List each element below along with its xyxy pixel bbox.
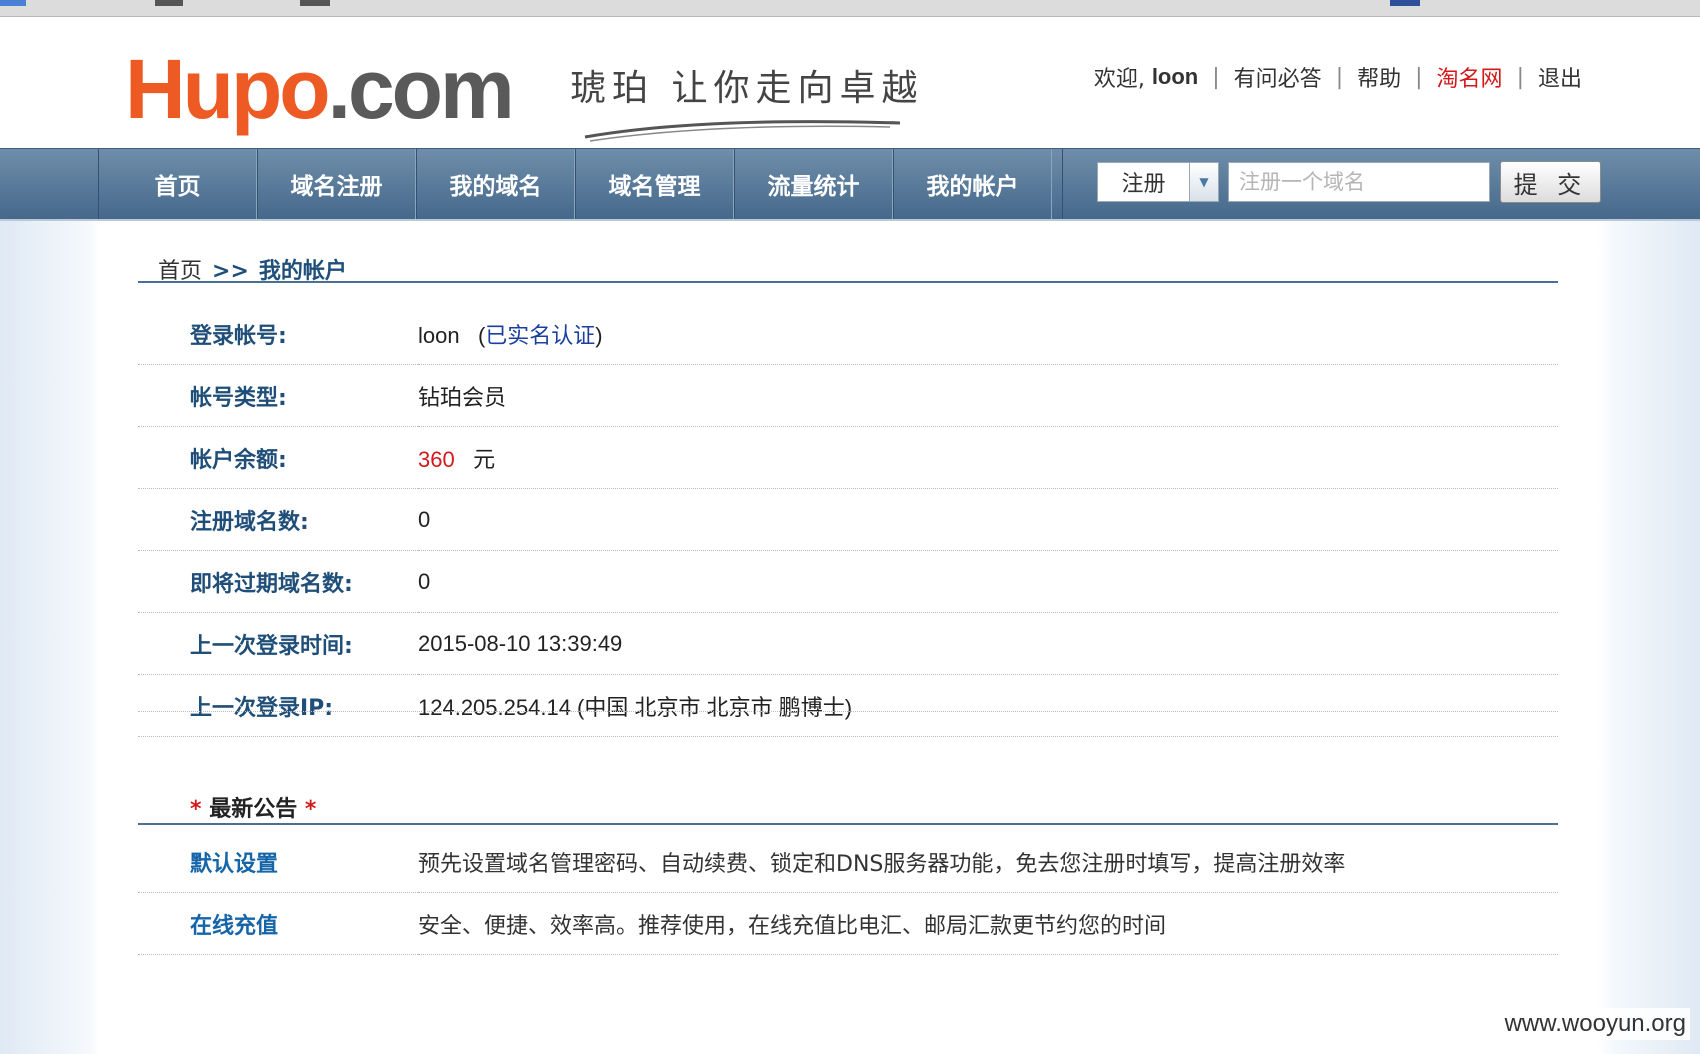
link-taoming[interactable]: 淘名网 [1437, 61, 1503, 93]
table-row: 上一次登录时间: 2015-08-10 13:39:49 [138, 612, 1558, 675]
chevron-down-icon[interactable]: ▼ [1189, 163, 1218, 201]
account-type-label: 帐号类型: [138, 364, 418, 427]
last-login-time-value: 2015-08-10 13:39:49 [418, 612, 1558, 675]
account-panel: 首页 >> 我的帐户 登录帐号: loon (已实名认证) 帐号类型: 钻珀会员 帐… [98, 221, 1598, 1054]
account-info-table: 登录帐号: loon (已实名认证) 帐号类型: 钻珀会员 帐户余额: 360 … [138, 303, 1558, 737]
link-separator: | [1212, 64, 1220, 90]
login-account-value: loon [418, 322, 460, 348]
action-select-value: 注册 [1121, 172, 1166, 197]
announcement-heading: * 最新公告 * [190, 791, 316, 823]
logo-text-com: .com [327, 42, 515, 136]
site-slogan: 琥珀 让你走向卓越 [570, 68, 924, 109]
services-table: 默认设置 预先设置域名管理密码、自动续费、锁定和DNS服务器功能，免去您注册时填… [138, 831, 1558, 955]
bookmark-icon[interactable] [1390, 0, 1420, 6]
verified-link[interactable]: 已实名认证 [485, 324, 595, 349]
link-logout[interactable]: 退出 [1538, 61, 1582, 93]
expiring-domains-label: 即将过期域名数: [138, 550, 418, 613]
table-row: 登录帐号: loon (已实名认证) [138, 303, 1558, 365]
action-select[interactable]: 注册 ▼ [1097, 162, 1219, 202]
link-help[interactable]: 帮助 [1357, 61, 1401, 93]
slogan-swoosh-icon [584, 120, 901, 142]
logo-text-hu: Hu [125, 42, 234, 136]
table-row: 注册域名数: 0 [138, 488, 1558, 551]
table-row: 默认设置 预先设置域名管理密码、自动续费、锁定和DNS服务器功能，免去您注册时填… [138, 831, 1558, 893]
table-row: 上一次登录IP: 124.205.254.14 (中国 北京市 北京市 鹏博士) [138, 674, 1558, 737]
balance-unit: 元 [473, 447, 496, 473]
balance-label: 帐户余额: [138, 426, 418, 489]
main-nav: 首页 域名注册 我的域名 域名管理 流量统计 我的帐户 注册 ▼ 提 交 [0, 148, 1700, 222]
service-online-recharge-desc: 安全、便捷、效率高。推荐使用，在线充值比电汇、邮局汇款更节约您的时间 [418, 892, 1558, 955]
nav-item-traffic-stats[interactable]: 流量统计 [734, 149, 893, 219]
site-logo[interactable]: Hupo.com [125, 39, 515, 139]
login-account-value-cell: loon (已实名认证) [418, 303, 1558, 365]
balance-value-cell: 360 元 [418, 426, 1558, 489]
welcome-prefix: 欢迎, [1093, 67, 1145, 92]
login-account-label: 登录帐号: [138, 303, 418, 365]
last-login-ip-value: 124.205.254.14 (中国 北京市 北京市 鹏博士) [418, 674, 1558, 737]
verified-close-paren: ) [595, 322, 603, 348]
nav-item-my-account[interactable]: 我的帐户 [893, 149, 1052, 219]
section-divider [138, 281, 1558, 283]
watermark: www.wooyun.org [1500, 1008, 1690, 1040]
link-separator: | [1516, 64, 1524, 90]
star-icon: * [190, 797, 202, 822]
registered-domains-label: 注册域名数: [138, 488, 418, 551]
bookmark-icon[interactable] [0, 0, 26, 6]
nav-item-my-domains[interactable]: 我的域名 [416, 149, 575, 219]
link-faq[interactable]: 有问必答 [1234, 61, 1322, 93]
row-divider [138, 711, 1558, 712]
browser-bookmarks-strip [0, 0, 1700, 17]
link-separator: | [1415, 64, 1423, 90]
welcome-username[interactable]: loon [1152, 64, 1198, 90]
service-default-settings-link[interactable]: 默认设置 [138, 831, 418, 893]
domain-search-input[interactable] [1228, 162, 1490, 202]
table-row: 即将过期域名数: 0 [138, 550, 1558, 613]
site-header: Hupo.com 琥珀 让你走向卓越 欢迎, loon | 有问必答 | 帮助 … [0, 17, 1700, 147]
table-row: 帐户余额: 360 元 [138, 426, 1558, 489]
link-separator: | [1335, 64, 1344, 90]
nav-item-domain-manage[interactable]: 域名管理 [575, 149, 734, 219]
service-online-recharge-link[interactable]: 在线充值 [138, 892, 418, 955]
nav-items: 首页 域名注册 我的域名 域名管理 流量统计 我的帐户 [98, 149, 1052, 219]
submit-button[interactable]: 提 交 [1500, 161, 1601, 203]
table-row: 在线充值 安全、便捷、效率高。推荐使用，在线充值比电汇、邮局汇款更节约您的时间 [138, 892, 1558, 955]
domain-search-form: 注册 ▼ 提 交 [1062, 149, 1601, 219]
service-default-settings-desc: 预先设置域名管理密码、自动续费、锁定和DNS服务器功能，免去您注册时填写，提高注… [418, 831, 1558, 893]
section-divider [138, 823, 1558, 825]
expiring-domains-value: 0 [418, 550, 1558, 613]
logo-text-po: po [230, 42, 331, 136]
bookmark-icon[interactable] [300, 0, 330, 6]
top-links: 欢迎, loon | 有问必答 | 帮助 | 淘名网 | 退出 [1094, 61, 1582, 93]
star-icon: * [304, 797, 317, 822]
balance-value: 360 [418, 446, 455, 472]
bookmark-icon[interactable] [155, 0, 183, 6]
announcement-title: 最新公告 [209, 797, 298, 822]
last-login-time-label: 上一次登录时间: [138, 612, 418, 675]
registered-domains-value: 0 [418, 488, 1558, 551]
nav-item-home[interactable]: 首页 [98, 149, 257, 219]
account-type-value: 钻珀会员 [418, 364, 1558, 427]
table-row: 帐号类型: 钻珀会员 [138, 364, 1558, 427]
last-login-ip-label: 上一次登录IP: [138, 674, 418, 737]
nav-item-domain-register[interactable]: 域名注册 [257, 149, 416, 219]
